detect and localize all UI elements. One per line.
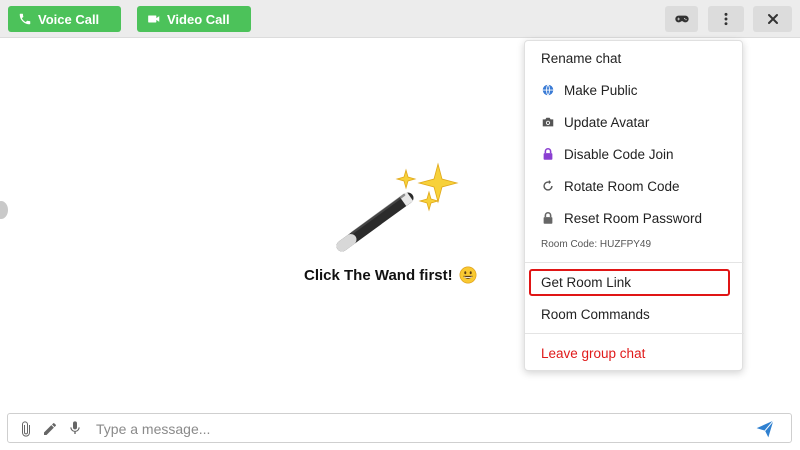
microphone-icon[interactable] (66, 419, 84, 437)
chat-options-menu: Rename chat Make Public Update Avatar Di… (524, 40, 744, 371)
wand-prompt: Click The Wand first! (304, 264, 504, 286)
grinning-face-icon (459, 266, 477, 284)
menu-item-label: Reset Room Password (564, 210, 703, 226)
menu-item-disable-code-join[interactable]: Disable Code Join (525, 139, 744, 169)
menu-item-rename-chat[interactable]: Rename chat (525, 43, 744, 73)
gamepad-icon (674, 15, 689, 23)
menu-divider (525, 333, 744, 334)
menu-item-label: Make Public (564, 82, 638, 98)
chat-window: Voice Call Video Call Click The Wand fir… (0, 0, 800, 450)
menu-item-label: Room Commands (541, 306, 650, 322)
rotate-icon (541, 179, 555, 193)
send-icon (756, 420, 774, 438)
voice-call-label: Voice Call (38, 11, 100, 27)
paperclip-icon[interactable] (17, 420, 35, 438)
chat-header: Voice Call Video Call (0, 0, 800, 38)
video-camera-icon (148, 15, 160, 23)
menu-item-label: Rotate Room Code (564, 178, 680, 194)
pencil-icon[interactable] (41, 420, 59, 438)
wand-prompt-text: Click The Wand first! (304, 266, 453, 284)
video-call-button[interactable]: Video Call (137, 6, 251, 32)
menu-item-rotate-room-code[interactable]: Rotate Room Code (525, 171, 744, 201)
menu-item-label: Disable Code Join (564, 146, 674, 162)
menu-item-label: Update Avatar (564, 114, 650, 130)
camera-icon (541, 115, 555, 129)
send-button[interactable] (753, 419, 777, 439)
phone-icon (19, 13, 31, 25)
close-icon (767, 14, 778, 24)
lock-icon (541, 147, 555, 161)
room-code-text: Room Code: HUZFPY49 (541, 239, 652, 250)
menu-item-label: Rename chat (541, 50, 622, 66)
voice-call-button[interactable]: Voice Call (8, 6, 121, 32)
menu-item-reset-room-password[interactable]: Reset Room Password (525, 203, 744, 233)
highlight-box (529, 269, 730, 296)
menu-item-room-commands[interactable]: Room Commands (525, 299, 744, 329)
video-call-label: Video Call (167, 11, 230, 27)
more-vertical-icon (724, 12, 728, 26)
globe-icon (541, 83, 555, 97)
more-options-button[interactable] (708, 6, 744, 32)
message-composer (7, 413, 792, 443)
menu-item-leave-group-chat[interactable]: Leave group chat (525, 338, 744, 368)
menu-divider (525, 262, 744, 263)
menu-item-label: Leave group chat (541, 345, 646, 361)
menu-item-make-public[interactable]: Make Public (525, 75, 744, 105)
message-input[interactable] (96, 418, 656, 440)
lock-icon (541, 211, 555, 225)
magic-wand-icon (336, 192, 414, 252)
side-panel-handle[interactable] (0, 201, 8, 219)
magic-wand-illustration[interactable] (330, 160, 470, 260)
close-chat-button[interactable] (753, 6, 792, 32)
gamepad-button[interactable] (665, 6, 698, 32)
menu-item-update-avatar[interactable]: Update Avatar (525, 107, 744, 137)
